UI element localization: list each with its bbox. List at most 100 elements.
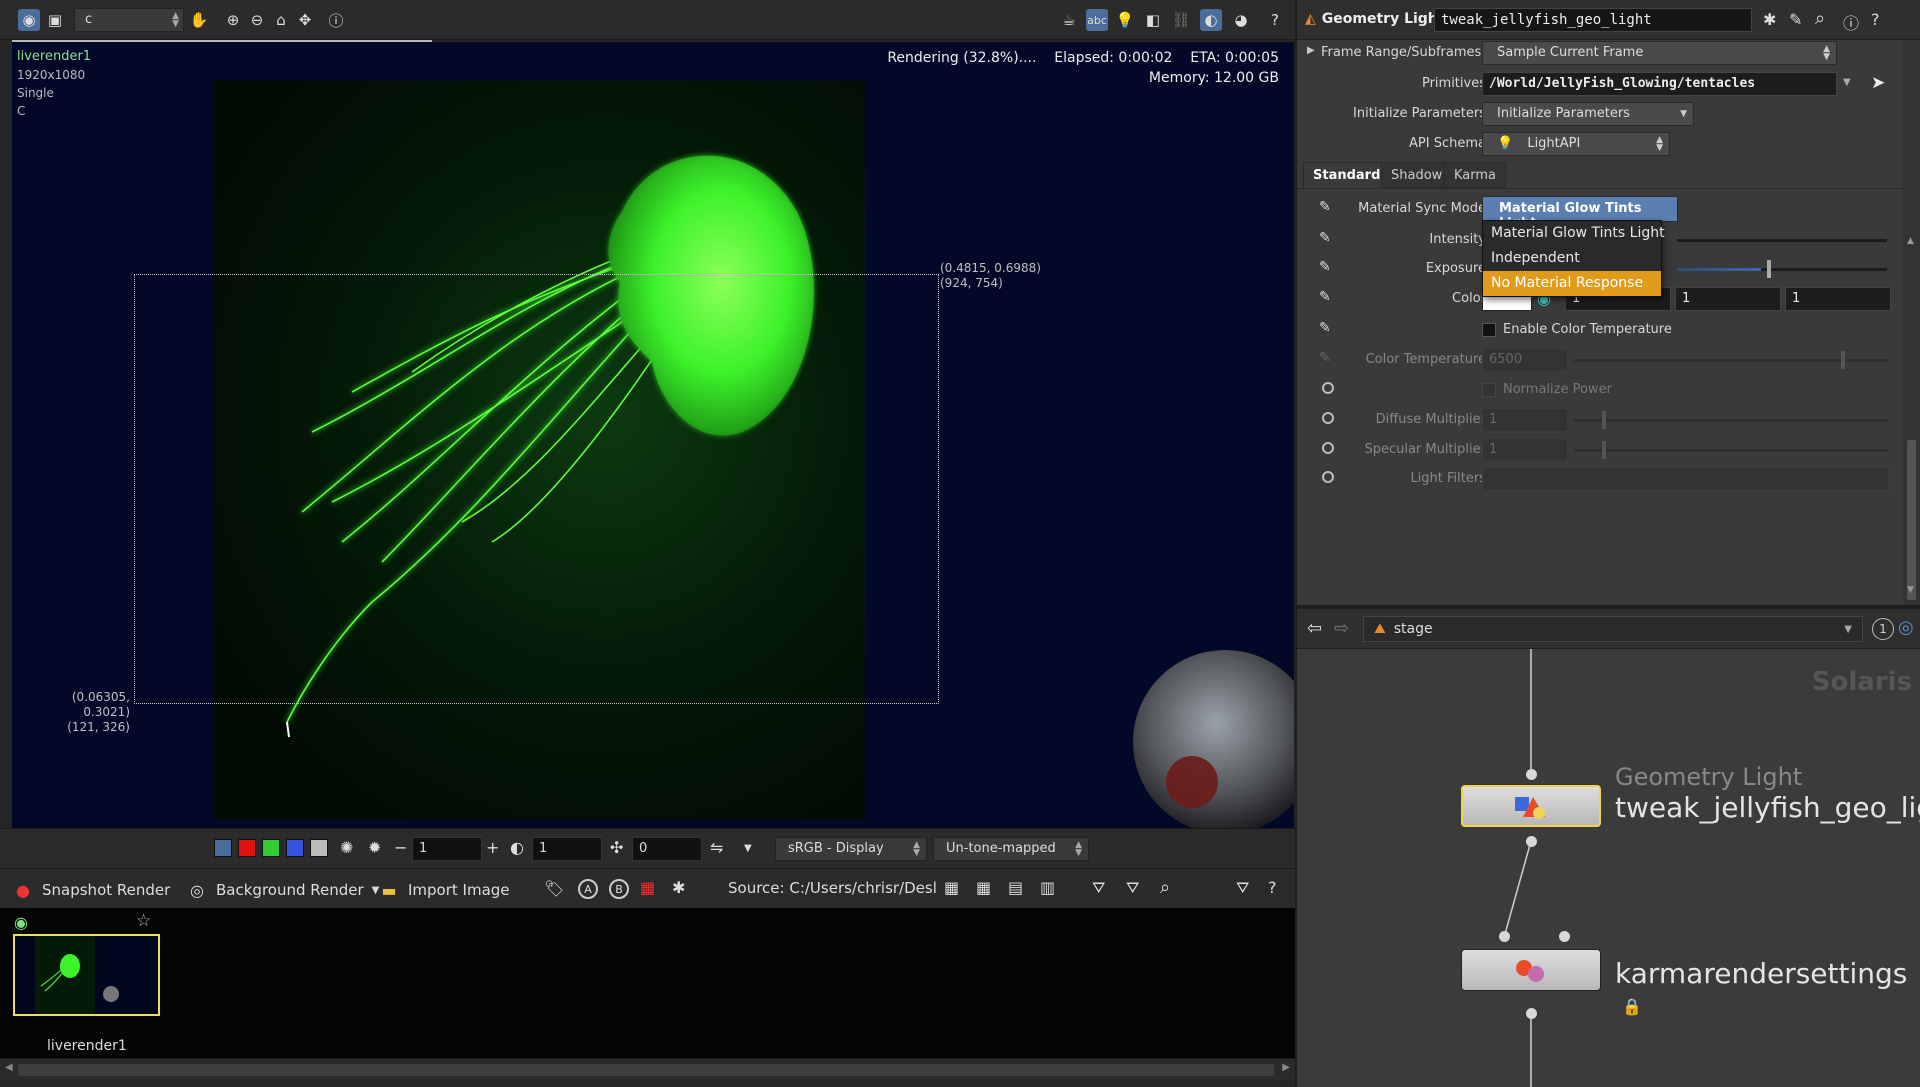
frame-icon[interactable]: ✣ — [610, 838, 623, 857]
tab-standard[interactable]: Standard — [1303, 162, 1391, 188]
node-name-field[interactable]: tweak_jellyfish_geo_light — [1434, 8, 1752, 32]
diffuse-mult-slider[interactable] — [1574, 419, 1889, 422]
lut-icon[interactable]: ⇋ — [710, 838, 723, 857]
brush-icon[interactable]: ✎ — [1319, 199, 1337, 217]
primitives-field[interactable]: /World/JellyFish_Glowing/tentacles — [1482, 72, 1837, 96]
diffuse-mult-slider-handle[interactable] — [1602, 411, 1606, 429]
node-input-dot[interactable] — [1499, 931, 1510, 942]
light-bulb-icon[interactable]: 💡 — [1114, 9, 1136, 31]
camera-dropdown[interactable]: c ▲ ▼ — [74, 8, 184, 32]
lock-icon[interactable]: 🔒 — [1622, 997, 1642, 1016]
lock-badge-icon[interactable]: ◉ — [14, 913, 28, 932]
grid-small-icon[interactable]: ▦ — [976, 878, 991, 897]
chevron-down-icon[interactable]: ▼ — [1843, 77, 1851, 88]
karma-render-settings-node[interactable] — [1461, 949, 1601, 991]
brush-icon[interactable]: ✎ — [1319, 350, 1337, 368]
scroll-down-icon[interactable]: ▼ — [1907, 585, 1914, 595]
brush-icon[interactable]: ✎ — [1319, 289, 1337, 307]
alpha-channel-icon[interactable] — [310, 839, 328, 857]
network-options-icon[interactable]: ◎ — [1898, 617, 1914, 638]
plus-icon[interactable]: + — [486, 838, 499, 857]
color-b-field[interactable]: 1 — [1785, 287, 1891, 311]
tab-karma[interactable]: Karma — [1444, 162, 1507, 188]
tag-icon[interactable]: 🏷 — [544, 879, 564, 898]
render-view-icon[interactable]: ◉ — [18, 9, 40, 31]
intensity-slider[interactable] — [1677, 239, 1887, 242]
light-filters-field[interactable] — [1482, 467, 1889, 491]
exposure-slider[interactable] — [1677, 268, 1887, 271]
dropdown-option-no-material[interactable]: No Material Response — [1483, 271, 1661, 296]
home-icon[interactable]: ⌂ — [270, 9, 292, 31]
brush-icon[interactable]: ✎ — [1319, 230, 1337, 248]
search-icon[interactable]: ⌕ — [1815, 8, 1825, 29]
normalize-power-checkbox[interactable] — [1482, 383, 1496, 397]
gamma-icon[interactable]: ◐ — [510, 838, 524, 857]
material-sync-select[interactable]: Material Glow Tints Light — [1482, 196, 1678, 231]
render-image-area[interactable]: liverender1 1920x1080 Single C Rendering… — [12, 42, 1294, 828]
network-path-field[interactable]: ⛰ stage ▼ — [1363, 616, 1863, 642]
tonemap-select[interactable]: Un-tone-mapped ▲ ▼ — [933, 837, 1089, 861]
back-arrow-icon[interactable]: ⇦ — [1307, 618, 1322, 639]
parameter-scrollbar[interactable]: ▲ ▼ — [1903, 40, 1920, 605]
green-channel-icon[interactable] — [262, 839, 280, 857]
frame-value-field[interactable]: 0 — [632, 837, 702, 861]
background-icon[interactable]: ◧ — [1142, 9, 1164, 31]
network-badge[interactable]: 1 — [1872, 618, 1894, 640]
ab-wipe-icon[interactable]: ▦ — [640, 878, 655, 897]
brush-icon[interactable]: ✎ — [1319, 259, 1337, 277]
exposure-bright-icon[interactable]: ✹ — [368, 838, 381, 857]
link-icon[interactable]: ⛓ — [1170, 9, 1192, 31]
label-overlay-icon[interactable]: abc — [1086, 9, 1108, 31]
texture-view-icon[interactable]: ▣ — [44, 9, 66, 31]
zoom-in-icon[interactable]: ⊕ — [222, 9, 244, 31]
geometry-light-node[interactable] — [1461, 785, 1601, 827]
specular-mult-field[interactable]: 1 — [1482, 438, 1568, 462]
scroll-up-icon[interactable]: ▲ — [1907, 236, 1914, 246]
help-icon[interactable]: ? — [1871, 10, 1880, 29]
info-icon[interactable]: ⓘ — [325, 9, 347, 31]
brush-icon[interactable]: ✎ — [1319, 320, 1337, 338]
enable-color-temp-checkbox[interactable] — [1482, 323, 1496, 337]
frame-range-select[interactable]: Sample Current Frame ▲ ▼ — [1482, 41, 1837, 65]
render-region-icon[interactable]: ☕ — [1058, 9, 1080, 31]
chevron-down-icon[interactable]: ▼ — [744, 843, 752, 854]
blue-channel-icon[interactable] — [286, 839, 304, 857]
minus-icon[interactable]: − — [394, 838, 407, 857]
grid-quad-icon[interactable]: ▤ — [1008, 878, 1023, 897]
settings-gear-icon[interactable]: ✱ — [672, 878, 685, 897]
filmstrip-icon[interactable]: ▥ — [1040, 878, 1055, 897]
node-output-dot[interactable] — [1526, 1008, 1537, 1019]
gamma-value-field[interactable]: 1 — [532, 837, 602, 861]
color-temp-slider-handle[interactable] — [1841, 351, 1845, 369]
ring-icon[interactable] — [1322, 471, 1334, 483]
help-icon[interactable]: ? — [1264, 9, 1286, 31]
brush-icon[interactable]: ✎ — [1789, 10, 1802, 29]
frame-all-icon[interactable]: ✥ — [294, 9, 316, 31]
dropdown-option-material-glow[interactable]: Material Glow Tints Light — [1483, 221, 1665, 246]
scroll-left-icon[interactable]: ◀ — [5, 1062, 13, 1073]
favorite-filter-icon[interactable]: ⛛ — [1092, 878, 1105, 898]
scroll-right-icon[interactable]: ▶ — [1282, 1062, 1290, 1073]
expand-arrow-icon[interactable]: ▶ — [1307, 45, 1315, 56]
zoom-out-icon[interactable]: ⊖ — [246, 9, 268, 31]
help-icon[interactable]: ? — [1268, 878, 1277, 897]
render-region-box[interactable] — [134, 274, 939, 704]
network-editor[interactable]: Solaris Geometry Light tweak_jellyfish_g… — [1297, 649, 1920, 1087]
camera-eye-icon[interactable]: ◕ — [1230, 9, 1252, 31]
scrollbar-thumb[interactable] — [1907, 440, 1916, 600]
specular-mult-slider-handle[interactable] — [1602, 441, 1606, 459]
compare-a-button[interactable]: A — [578, 879, 598, 899]
import-image-button[interactable]: ▬ Import Image — [378, 879, 509, 901]
node-input-dot[interactable] — [1526, 769, 1537, 780]
color-space-select[interactable]: sRGB - Display ▲ ▼ — [775, 837, 927, 861]
exposure-slider-handle[interactable] — [1767, 260, 1771, 278]
ring-icon[interactable] — [1322, 382, 1334, 394]
color-g-field[interactable]: 1 — [1675, 287, 1781, 311]
ring-icon[interactable] — [1322, 442, 1334, 454]
node-output-dot[interactable] — [1526, 836, 1537, 847]
gear-icon[interactable]: ✱ — [1763, 10, 1776, 29]
select-arrow-icon[interactable]: ➤ — [1871, 73, 1885, 93]
diffuse-mult-field[interactable]: 1 — [1482, 408, 1568, 432]
search-icon[interactable]: ⌕ — [1160, 877, 1170, 898]
background-render-button[interactable]: ◎ Background Render ▼ — [186, 879, 379, 901]
